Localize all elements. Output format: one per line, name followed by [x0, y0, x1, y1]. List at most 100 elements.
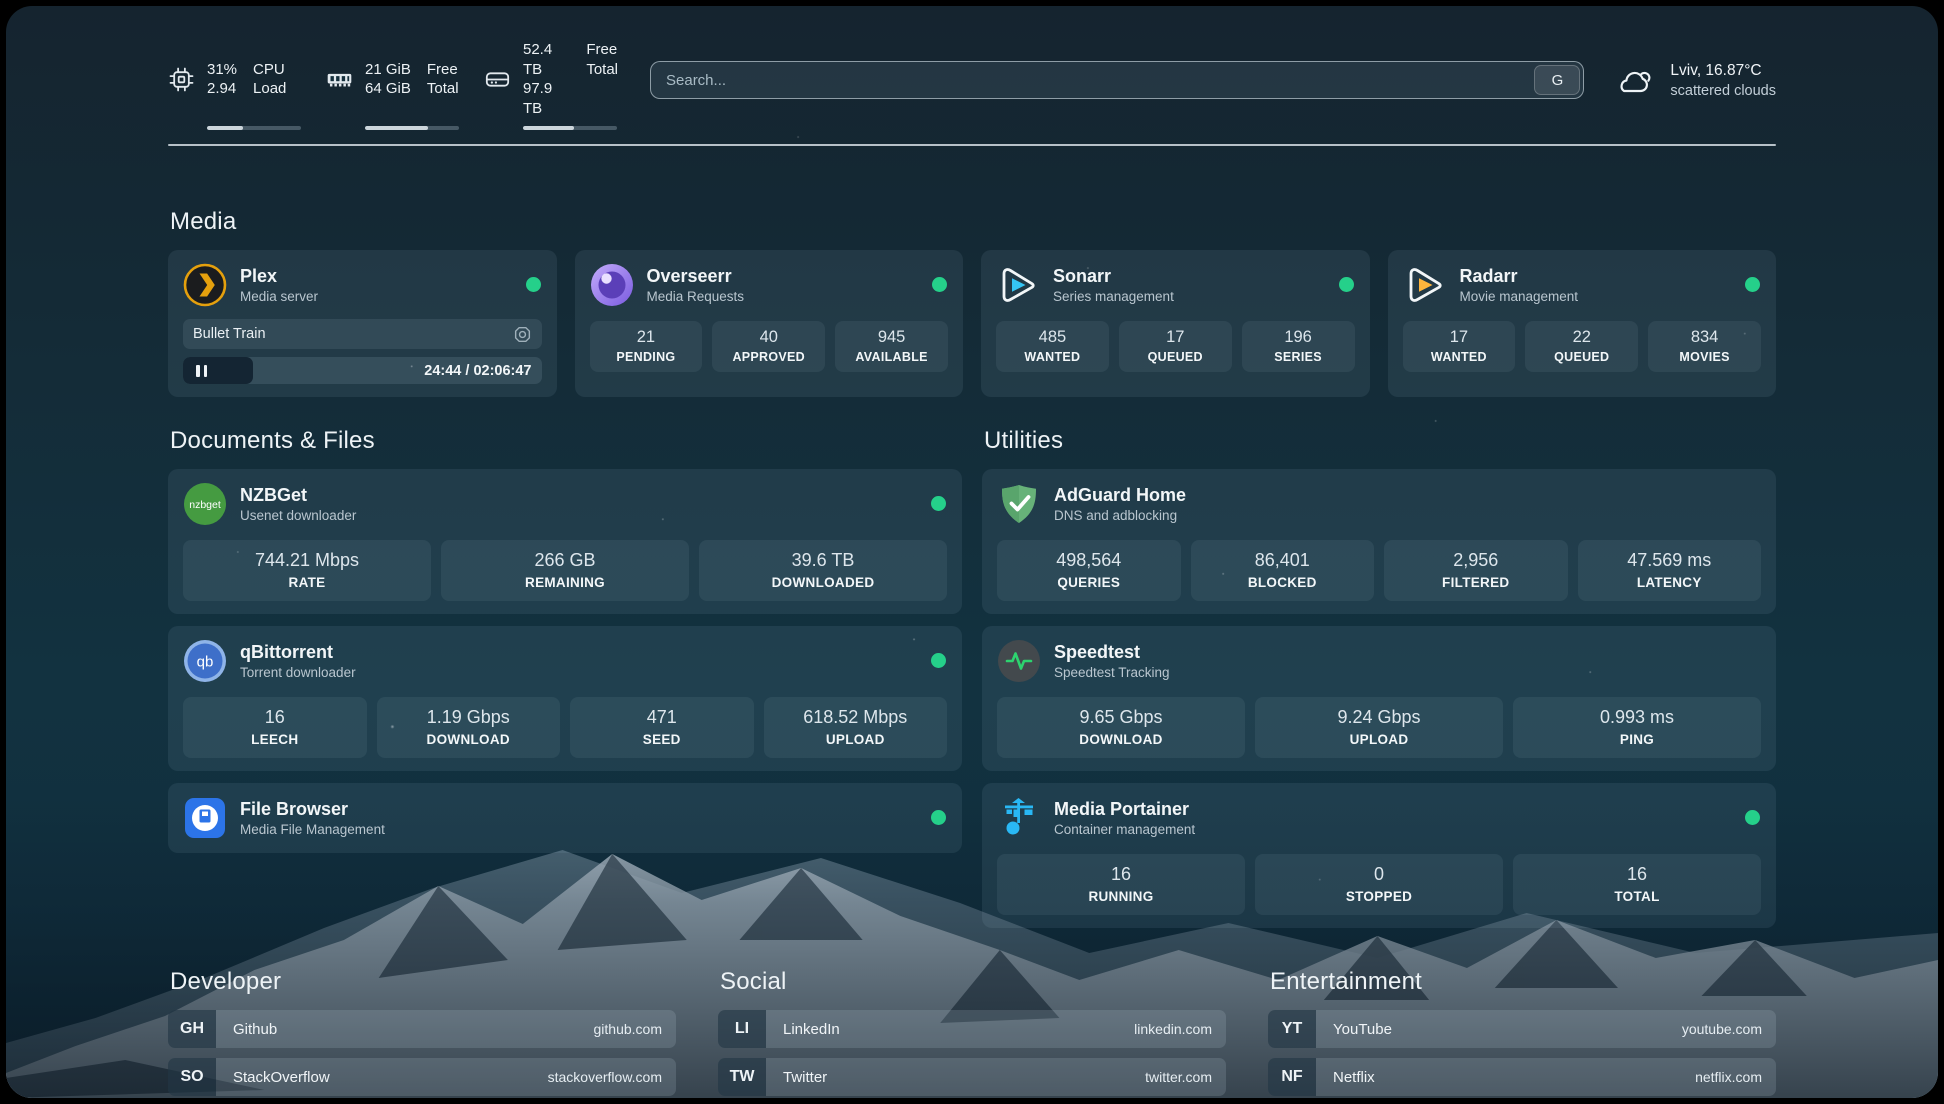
stat-tile: 47.569 msLATENCY: [1578, 540, 1762, 601]
stat-tile: 39.6 TBDOWNLOADED: [699, 540, 947, 601]
svg-text:nzbget: nzbget: [189, 499, 221, 511]
topbar-divider: [168, 144, 1776, 146]
service-subtitle: DNS and adblocking: [1054, 508, 1186, 523]
service-title: qBittorrent: [240, 642, 356, 664]
top-bar: 31%2.94 CPULoad 21 GiB64 GiB FreeTotal: [168, 40, 1776, 130]
portainer-icon: [997, 796, 1041, 840]
bookmark-linkedin[interactable]: LI LinkedIn linkedin.com: [718, 1010, 1226, 1048]
card-filebrowser[interactable]: File Browser Media File Management: [168, 783, 962, 853]
section-heading-social: Social: [720, 968, 1226, 996]
service-title: Overseerr: [647, 266, 745, 288]
bookmark-abbr: NF: [1268, 1058, 1316, 1096]
card-speedtest[interactable]: Speedtest Speedtest Tracking 9.65 GbpsDO…: [982, 626, 1776, 771]
cpu-progress-bar: [207, 126, 301, 130]
stat-tile: 21PENDING: [590, 321, 703, 372]
service-title: Media Portainer: [1054, 799, 1195, 821]
memory-label-2: Total: [427, 79, 459, 99]
section-heading-media: Media: [170, 208, 1776, 236]
section-heading-developer: Developer: [170, 968, 676, 996]
bookmark-name: LinkedIn: [766, 1010, 840, 1048]
filebrowser-icon: [183, 796, 227, 840]
disk-total: 97.9 TB: [523, 79, 570, 118]
memory-progress-bar: [365, 126, 459, 130]
memory-label-1: Free: [427, 60, 459, 80]
plex-progress-bar: 24:44 / 02:06:47: [183, 357, 542, 384]
bookmark-abbr: TW: [718, 1058, 766, 1096]
speedtest-icon: [997, 639, 1041, 683]
bookmark-url: netflix.com: [1695, 1058, 1776, 1096]
stat-tile: 2,956FILTERED: [1384, 540, 1568, 601]
bookmark-name: Github: [216, 1010, 277, 1048]
stat-tile: 0.993 msPING: [1513, 697, 1761, 758]
cpu-icon: [168, 66, 195, 93]
status-dot: [931, 653, 946, 668]
card-plex[interactable]: Plex Media server Bullet Train 24:44 / 0: [168, 250, 557, 397]
card-portainer[interactable]: Media Portainer Container management 16R…: [982, 783, 1776, 928]
pause-icon[interactable]: [196, 365, 207, 377]
status-dot: [1339, 277, 1354, 292]
overseerr-icon: [590, 263, 634, 307]
disk-label-1: Free: [586, 40, 618, 60]
status-dot: [931, 810, 946, 825]
search-engine-button[interactable]: G: [1534, 65, 1580, 95]
search-input[interactable]: [650, 61, 1584, 99]
ram-icon: [326, 66, 353, 93]
bookmark-abbr: LI: [718, 1010, 766, 1048]
bookmark-stackoverflow[interactable]: SO StackOverflow stackoverflow.com: [168, 1058, 676, 1096]
bookmark-url: stackoverflow.com: [548, 1058, 676, 1096]
memory-total: 64 GiB: [365, 79, 411, 99]
bookmark-github[interactable]: GH Github github.com: [168, 1010, 676, 1048]
status-dot: [1745, 810, 1760, 825]
card-radarr[interactable]: Radarr Movie management 17WANTED 22QUEUE…: [1388, 250, 1777, 397]
svg-text:qb: qb: [197, 654, 214, 671]
service-title: Radarr: [1460, 266, 1579, 288]
service-title: File Browser: [240, 799, 385, 821]
bookmark-name: Netflix: [1316, 1058, 1375, 1096]
cpu-label-1: CPU: [253, 60, 286, 80]
dashboard: 31%2.94 CPULoad 21 GiB64 GiB FreeTotal: [6, 6, 1938, 1098]
bookmark-name: StackOverflow: [216, 1058, 330, 1096]
stat-tile: 485WANTED: [996, 321, 1109, 372]
service-title: AdGuard Home: [1054, 485, 1186, 507]
stat-tile: 834MOVIES: [1648, 321, 1761, 372]
service-subtitle: Series management: [1053, 289, 1174, 304]
radarr-icon: [1403, 263, 1447, 307]
memory-free: 21 GiB: [365, 60, 411, 80]
stat-tile: 945AVAILABLE: [835, 321, 948, 372]
status-dot: [526, 277, 541, 292]
cpu-load-avg: 2.94: [207, 79, 237, 99]
stat-tile: 17QUEUED: [1119, 321, 1232, 372]
stat-tile: 16TOTAL: [1513, 854, 1761, 915]
stat-tile: 40APPROVED: [712, 321, 825, 372]
card-overseerr[interactable]: Overseerr Media Requests 21PENDING 40APP…: [575, 250, 964, 397]
card-nzbget[interactable]: nzbget NZBGet Usenet downloader 744.21 M…: [168, 469, 962, 614]
bookmark-twitter[interactable]: TW Twitter twitter.com: [718, 1058, 1226, 1096]
plex-time: 24:44 / 02:06:47: [424, 363, 541, 379]
bookmark-netflix[interactable]: NF Netflix netflix.com: [1268, 1058, 1776, 1096]
weather-location-temp: Lviv, 16.87°C: [1670, 61, 1776, 82]
album-icon: [513, 325, 532, 344]
disk-label-2: Total: [586, 60, 618, 80]
stat-tile: 498,564QUERIES: [997, 540, 1181, 601]
bookmark-url: github.com: [594, 1010, 676, 1048]
service-subtitle: Movie management: [1460, 289, 1579, 304]
bookmark-abbr: GH: [168, 1010, 216, 1048]
stat-tile: 196SERIES: [1242, 321, 1355, 372]
service-subtitle: Media Requests: [647, 289, 745, 304]
card-sonarr[interactable]: Sonarr Series management 485WANTED 17QUE…: [981, 250, 1370, 397]
cpu-label-2: Load: [253, 79, 286, 99]
card-qbittorrent[interactable]: qb qBittorrent Torrent downloader 16LEEC…: [168, 626, 962, 771]
bookmark-youtube[interactable]: YT YouTube youtube.com: [1268, 1010, 1776, 1048]
stat-tile: 0STOPPED: [1255, 854, 1503, 915]
service-title: Sonarr: [1053, 266, 1174, 288]
plex-now-playing: Bullet Train: [183, 319, 542, 349]
card-adguard[interactable]: AdGuard Home DNS and adblocking 498,564Q…: [982, 469, 1776, 614]
stat-tile: 618.52 MbpsUPLOAD: [764, 697, 948, 758]
disk-free: 52.4 TB: [523, 40, 570, 79]
stat-tile: 9.24 GbpsUPLOAD: [1255, 697, 1503, 758]
service-subtitle: Speedtest Tracking: [1054, 665, 1170, 680]
disk-progress-bar: [523, 126, 617, 130]
cpu-usage: 31%: [207, 60, 237, 80]
cloud-icon: [1614, 66, 1654, 96]
bookmark-url: twitter.com: [1145, 1058, 1226, 1096]
